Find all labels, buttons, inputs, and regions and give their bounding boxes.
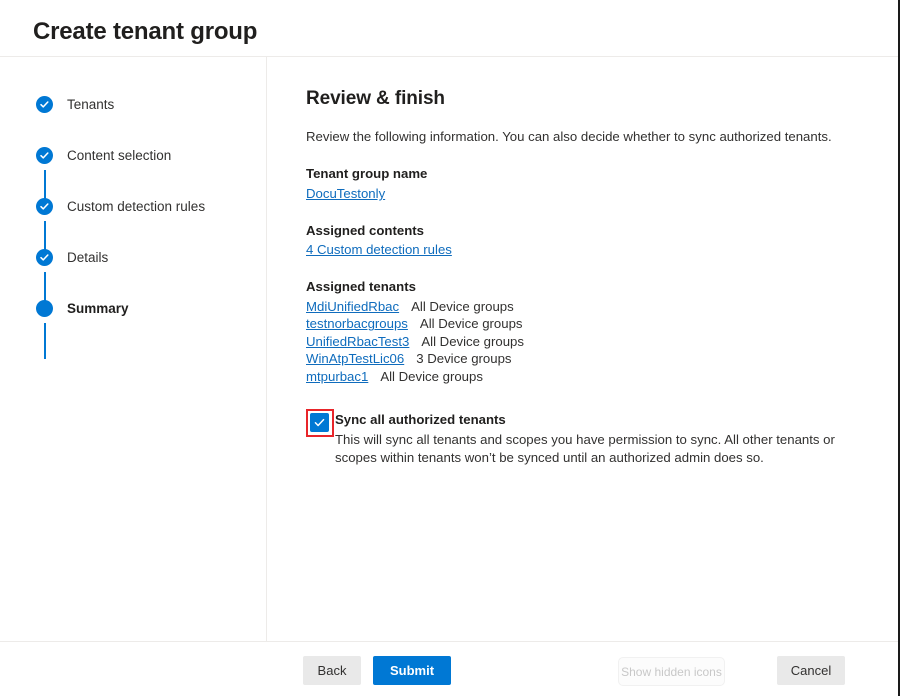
assigned-tenants-list: MdiUnifiedRbac All Device groups testnor…	[306, 298, 866, 385]
tenant-link[interactable]: MdiUnifiedRbac	[306, 298, 399, 315]
show-hidden-icons-tooltip[interactable]: Show hidden icons	[618, 657, 725, 686]
stepper-item-content-selection[interactable]: Content selection	[36, 146, 171, 164]
field-assigned-contents: Assigned contents 4 Custom detection rul…	[306, 223, 866, 260]
tenant-scope: 3 Device groups	[416, 351, 512, 367]
stepper-item-summary[interactable]: Summary	[36, 299, 129, 317]
tenant-scope: All Device groups	[411, 298, 514, 314]
back-button[interactable]: Back	[303, 656, 361, 685]
field-label: Tenant group name	[306, 166, 428, 182]
list-item: UnifiedRbacTest3 All Device groups	[306, 333, 866, 350]
step-connector	[44, 323, 46, 359]
list-item: MdiUnifiedRbac All Device groups	[306, 298, 866, 315]
stepper-item-label: Summary	[67, 300, 129, 316]
tenant-scope: All Device groups	[421, 333, 524, 349]
check-icon	[36, 197, 53, 215]
stepper-item-custom-detection-rules[interactable]: Custom detection rules	[36, 197, 205, 215]
stepper-item-label: Tenants	[67, 96, 115, 112]
section-description: Review the following information. You ca…	[306, 129, 832, 144]
create-tenant-group-wizard: Create tenant group Tenants Content sele…	[0, 0, 900, 696]
tenant-link[interactable]: testnorbacgroups	[306, 315, 408, 332]
check-icon	[36, 146, 53, 164]
tenant-scope: All Device groups	[419, 316, 523, 332]
tenant-link[interactable]: WinAtpTestLic06	[306, 350, 404, 367]
wizard-main-panel: Review & finish Review the following inf…	[267, 57, 898, 641]
check-icon	[36, 95, 53, 113]
check-icon	[36, 248, 53, 266]
dot-icon	[36, 299, 53, 317]
assigned-contents-link[interactable]: 4 Custom detection rules	[306, 242, 452, 259]
list-item: mtpurbac1 All Device groups	[306, 368, 866, 385]
list-item: testnorbacgroups All Device groups	[306, 315, 866, 332]
page-title: Create tenant group	[33, 18, 258, 45]
sync-checkbox-label: Sync all authorized tenants	[335, 412, 506, 428]
list-item: WinAtpTestLic06 3 Device groups	[306, 350, 866, 367]
checkmark-icon	[314, 418, 325, 427]
stepper-item-label: Details	[67, 249, 109, 265]
wizard-body: Tenants Content selection Custom detecti…	[0, 57, 898, 641]
tenant-scope: All Device groups	[380, 368, 483, 384]
wizard-footer: Back Submit Cancel	[0, 641, 898, 696]
tenant-link[interactable]: mtpurbac1	[306, 368, 368, 385]
stepper-item-details[interactable]: Details	[36, 248, 108, 266]
sync-all-authorized-tenants-checkbox[interactable]	[310, 413, 329, 433]
wizard-header: Create tenant group	[0, 0, 898, 57]
wizard-stepper: Tenants Content selection Custom detecti…	[0, 57, 266, 641]
submit-button[interactable]: Submit	[373, 656, 451, 685]
tenant-group-name-link[interactable]: DocuTestonly	[306, 186, 385, 203]
stepper-item-tenants[interactable]: Tenants	[36, 95, 114, 113]
field-tenant-group-name: Tenant group name DocuTestonly	[306, 166, 866, 203]
cancel-button[interactable]: Cancel	[777, 656, 845, 685]
stepper-item-label: Content selection	[67, 147, 172, 163]
field-label: Assigned contents	[306, 222, 424, 238]
field-label: Assigned tenants	[306, 279, 416, 295]
stepper-item-label: Custom detection rules	[67, 198, 206, 214]
tenant-link[interactable]: UnifiedRbacTest3	[306, 333, 409, 350]
sync-all-authorized-tenants-block: Sync all authorized tenants This will sy…	[306, 409, 866, 468]
field-assigned-tenants: Assigned tenants MdiUnifiedRbac All Devi…	[306, 279, 866, 385]
section-title: Review & finish	[306, 88, 445, 109]
sync-checkbox-description: This will sync all tenants and scopes yo…	[335, 431, 835, 466]
